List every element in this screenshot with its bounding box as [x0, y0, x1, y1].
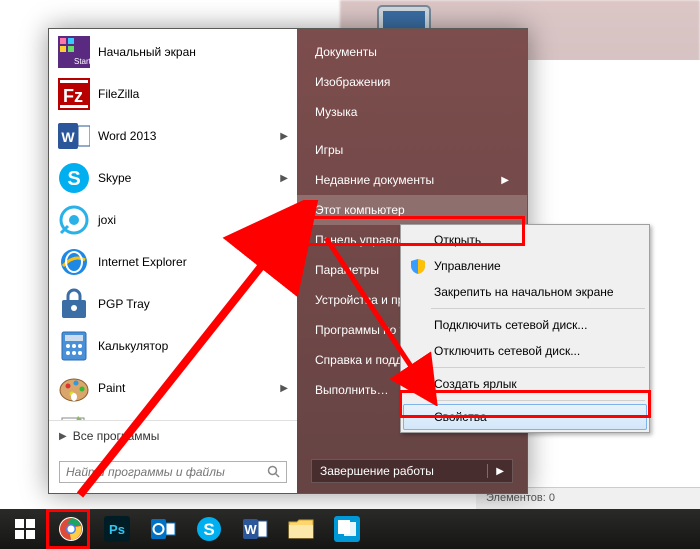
ctx-item-4[interactable]: Подключить сетевой диск...: [403, 312, 647, 338]
filezilla-icon: Fz: [58, 78, 90, 110]
app-label: Skype: [98, 171, 131, 185]
app-label: FileZilla: [98, 87, 139, 101]
svg-text:W: W: [244, 522, 257, 537]
svg-text:S: S: [67, 168, 80, 190]
chevron-right-icon: ▶: [280, 257, 288, 268]
app-item-7[interactable]: Калькулятор: [51, 325, 295, 367]
app-label: Калькулятор: [98, 339, 168, 353]
rmenu-item-6[interactable]: Этот компьютер: [297, 195, 527, 225]
chevron-right-icon: ▶: [280, 131, 288, 142]
svg-text:Fz: Fz: [63, 86, 83, 106]
rmenu-label: Недавние документы: [315, 173, 434, 187]
chevron-right-icon: ▶: [280, 173, 288, 184]
chevron-right-icon: ▶: [280, 383, 288, 394]
paint-icon: [58, 372, 90, 404]
app-label: Paint: [98, 381, 125, 395]
pgp-icon: [58, 288, 90, 320]
rmenu-item-0[interactable]: Документы: [297, 37, 527, 67]
shutdown-button[interactable]: Завершение работы▶: [311, 459, 513, 483]
rmenu-item-1[interactable]: Изображения: [297, 67, 527, 97]
ctx-label: Закрепить на начальном экране: [434, 285, 614, 299]
rmenu-label: Параметры: [315, 263, 379, 277]
rmenu-item-4[interactable]: Игры: [297, 135, 527, 165]
ctx-label: Создать ярлык: [434, 377, 517, 391]
word-icon: W: [58, 120, 90, 152]
ctx-item-5[interactable]: Отключить сетевой диск...: [403, 338, 647, 364]
rmenu-label: Выполнить…: [315, 383, 389, 397]
taskbar-skype[interactable]: S: [187, 511, 231, 547]
app-item-2[interactable]: W Word 2013 ▶: [51, 115, 295, 157]
app-item-9[interactable]: Notepad++▶: [51, 409, 295, 420]
app-item-1[interactable]: Fz FileZilla: [51, 73, 295, 115]
ctx-item-0[interactable]: Открыть: [403, 227, 647, 253]
rmenu-item-2[interactable]: Музыка: [297, 97, 527, 127]
app-item-6[interactable]: PGP Tray: [51, 283, 295, 325]
app-label: Начальный экран: [98, 45, 196, 59]
app-label: joxi: [98, 213, 116, 227]
svg-text:Ps: Ps: [109, 522, 125, 537]
ctx-label: Открыть: [434, 233, 481, 247]
taskbar-chrome[interactable]: [49, 511, 93, 547]
start-button[interactable]: [3, 511, 47, 547]
rmenu-label: Игры: [315, 143, 343, 157]
ie-icon: [58, 246, 90, 278]
app-label: Word 2013: [98, 129, 156, 143]
chevron-right-icon: ▶: [501, 175, 509, 186]
svg-text:W: W: [61, 129, 75, 145]
taskbar-outlook[interactable]: [141, 511, 185, 547]
calc-icon: [58, 330, 90, 362]
svg-text:Start: Start: [74, 57, 90, 66]
taskbar-photoshop[interactable]: Ps: [95, 511, 139, 547]
context-menu: Открыть Управление Закрепить на начальном …: [400, 224, 650, 433]
rmenu-label: Этот компьютер: [315, 203, 405, 217]
start-tile-icon: Start: [58, 36, 90, 68]
svg-text:S: S: [203, 520, 214, 539]
app-list: Start Начальный экран Fz FileZilla W Word 201…: [49, 29, 297, 420]
all-programs[interactable]: ▶ Все программы: [49, 420, 297, 451]
chevron-right-icon: ▶: [496, 466, 504, 477]
rmenu-label: Документы: [315, 45, 377, 59]
rmenu-label: Музыка: [315, 105, 357, 119]
ctx-item-1[interactable]: Управление: [403, 253, 647, 279]
app-item-0[interactable]: Start Начальный экран: [51, 31, 295, 73]
app-item-8[interactable]: Paint ▶: [51, 367, 295, 409]
ctx-item-7[interactable]: Создать ярлык: [403, 371, 647, 397]
search-input[interactable]: [59, 461, 287, 483]
ctx-item-2[interactable]: Закрепить на начальном экране: [403, 279, 647, 305]
app-label: PGP Tray: [98, 297, 150, 311]
joxi-icon: [58, 204, 90, 236]
shield-icon: [410, 258, 426, 274]
ctx-item-9[interactable]: Свойства: [403, 404, 647, 430]
rmenu-label: Изображения: [315, 75, 390, 89]
app-item-4[interactable]: joxi: [51, 199, 295, 241]
app-item-3[interactable]: S Skype ▶: [51, 157, 295, 199]
ctx-label: Отключить сетевой диск...: [434, 344, 580, 358]
search-icon: [267, 465, 281, 476]
rmenu-item-5[interactable]: Недавние документы ▶: [297, 165, 527, 195]
taskbar-app[interactable]: [325, 511, 369, 547]
ctx-label: Свойства: [434, 410, 487, 424]
app-item-5[interactable]: Internet Explorer ▶: [51, 241, 295, 283]
ctx-label: Управление: [434, 259, 501, 273]
ctx-label: Подключить сетевой диск...: [434, 318, 587, 332]
app-label: Internet Explorer: [98, 255, 187, 269]
taskbar: Ps S W: [0, 509, 700, 549]
taskbar-explorer[interactable]: [279, 511, 323, 547]
skype-icon: S: [58, 162, 90, 194]
taskbar-word[interactable]: W: [233, 511, 277, 547]
